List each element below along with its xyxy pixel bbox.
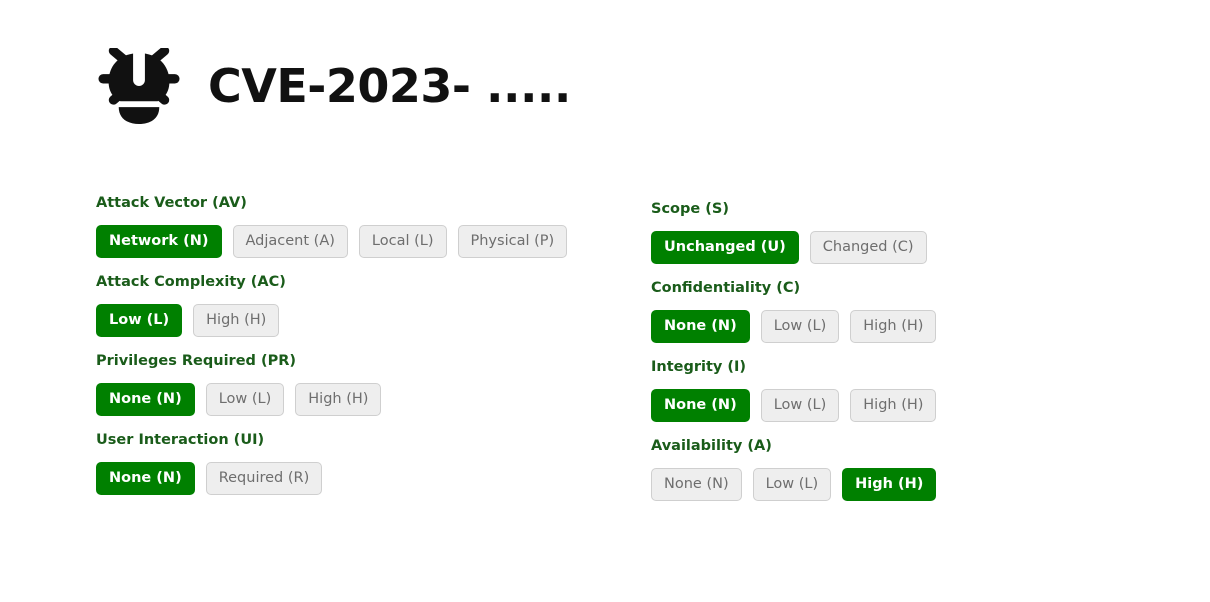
option-attack-vector-physical[interactable]: Physical (P)	[457, 224, 568, 258]
metrics-column-right: Scope (S) Unchanged (U) Changed (C) Confide…	[651, 201, 1171, 518]
option-attack-vector-adjacent[interactable]: Adjacent (A)	[232, 224, 348, 258]
option-user-interaction-none[interactable]: None (N)	[96, 461, 195, 495]
metric-options-integrity: None (N) Low (L) High (H)	[651, 388, 1171, 422]
metric-label-attack-vector: Attack Vector (AV)	[96, 195, 247, 211]
metrics-column-left: Attack Vector (AV) Network (N) Adjacent (A…	[96, 195, 616, 512]
option-confidentiality-high[interactable]: High (H)	[850, 309, 937, 343]
metric-options-scope: Unchanged (U) Changed (C)	[651, 230, 1171, 264]
metric-label-privileges-required: Privileges Required (PR)	[96, 352, 296, 369]
metric-options-availability: None (N) Low (L) High (H)	[651, 467, 1171, 501]
option-integrity-high[interactable]: High (H)	[850, 388, 937, 422]
option-attack-vector-network[interactable]: Network (N)	[96, 224, 222, 258]
option-availability-none[interactable]: None (N)	[651, 467, 742, 501]
option-privileges-required-high[interactable]: High (H)	[295, 382, 382, 416]
metric-label-integrity: Integrity (I)	[651, 358, 747, 375]
option-integrity-none[interactable]: None (N)	[651, 388, 750, 422]
option-privileges-required-low[interactable]: Low (L)	[205, 382, 285, 416]
metric-group-attack-complexity: Attack Complexity (AC) Low (L) High (H)	[96, 273, 616, 337]
option-confidentiality-low[interactable]: Low (L)	[760, 309, 840, 343]
metric-group-privileges-required: Privileges Required (PR) None (N) Low (L) H…	[96, 352, 616, 416]
option-availability-high[interactable]: High (H)	[842, 467, 937, 501]
metric-options-attack-complexity: Low (L) High (H)	[96, 303, 616, 337]
metric-group-availability: Availability (A) None (N) Low (L) High (H)	[651, 437, 1171, 501]
metric-group-attack-vector: Attack Vector (AV) Network (N) Adjacent (A…	[96, 195, 616, 258]
metric-label-user-interaction: User Interaction (UI)	[96, 431, 265, 448]
option-privileges-required-none[interactable]: None (N)	[96, 382, 195, 416]
metric-group-integrity: Integrity (I) None (N) Low (L) High (H)	[651, 358, 1171, 422]
metric-group-user-interaction: User Interaction (UI) None (N) Required (R…	[96, 431, 616, 495]
metric-label-availability: Availability (A)	[651, 437, 772, 454]
metric-options-privileges-required: None (N) Low (L) High (H)	[96, 382, 616, 416]
option-user-interaction-required[interactable]: Required (R)	[205, 461, 323, 495]
option-scope-changed[interactable]: Changed (C)	[809, 230, 927, 264]
option-attack-complexity-high[interactable]: High (H)	[193, 303, 280, 337]
option-availability-low[interactable]: Low (L)	[752, 467, 832, 501]
option-integrity-low[interactable]: Low (L)	[760, 388, 840, 422]
metric-group-confidentiality: Confidentiality (C) None (N) Low (L) High (…	[651, 279, 1171, 343]
metric-options-user-interaction: None (N) Required (R)	[96, 461, 616, 495]
metric-label-scope: Scope (S)	[651, 201, 729, 217]
option-attack-vector-local[interactable]: Local (L)	[358, 224, 447, 258]
metric-group-scope: Scope (S) Unchanged (U) Changed (C)	[651, 201, 1171, 264]
metric-options-confidentiality: None (N) Low (L) High (H)	[651, 309, 1171, 343]
metric-label-attack-complexity: Attack Complexity (AC)	[96, 273, 286, 290]
option-confidentiality-none[interactable]: None (N)	[651, 309, 750, 343]
metric-label-confidentiality: Confidentiality (C)	[651, 279, 801, 296]
metric-options-attack-vector: Network (N) Adjacent (A) Local (L) Physical…	[96, 224, 616, 258]
cvss-metrics-panel: Attack Vector (AV) Network (N) Adjacent (A…	[0, 0, 1210, 602]
option-attack-complexity-low[interactable]: Low (L)	[96, 303, 183, 337]
option-scope-unchanged[interactable]: Unchanged (U)	[651, 230, 799, 264]
